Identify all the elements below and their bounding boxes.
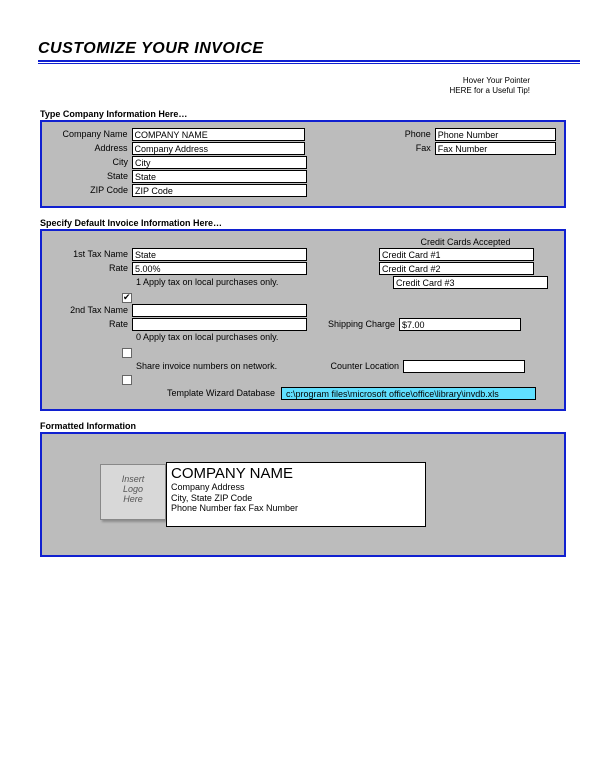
tax1-name-field[interactable]: State (132, 248, 307, 261)
company-info-panel: Company Name COMPANY NAME Phone Phone Nu… (40, 120, 566, 208)
label-shipping: Shipping Charge (319, 319, 399, 329)
company-name-field[interactable]: COMPANY NAME (132, 128, 306, 141)
card-addr: Company Address (171, 482, 421, 493)
label-company-name: Company Name (50, 129, 132, 139)
label-counter: Counter Location (311, 361, 403, 371)
invoice-defaults-panel: Credit Cards Accepted 1st Tax Name State… (40, 229, 566, 411)
page-title: CUSTOMIZE YOUR INVOICE (38, 40, 590, 58)
fax-field[interactable]: Fax Number (435, 142, 556, 155)
cc3-field[interactable]: Credit Card #3 (393, 276, 548, 289)
hover-tip: Hover Your Pointer HERE for a Useful Tip… (10, 76, 530, 97)
tax2-checkbox[interactable] (122, 293, 132, 303)
label-phone: Phone (385, 129, 435, 139)
label-tax1-name: 1st Tax Name (50, 249, 132, 259)
label-tax1-rate: Rate (50, 263, 132, 273)
cc1-field[interactable]: Credit Card #1 (379, 248, 534, 261)
sec1-heading: Type Company Information Here… (40, 109, 590, 119)
label-city: City (50, 157, 132, 167)
company-card: COMPANY NAME Company Address City, State… (166, 462, 426, 527)
tax2-rate-field[interactable] (132, 318, 307, 331)
sec2-heading: Specify Default Invoice Information Here… (40, 218, 590, 228)
state-field[interactable]: State (132, 170, 307, 183)
counter-field[interactable] (403, 360, 525, 373)
tax1-rate-field[interactable]: 5.00% (132, 262, 307, 275)
label-share: Share invoice numbers on network. (136, 361, 311, 371)
cc2-field[interactable]: Credit Card #2 (379, 262, 534, 275)
share-checkbox[interactable] (122, 348, 132, 358)
logo-placeholder[interactable]: InsertLogoHere (100, 464, 166, 520)
sec3-heading: Formatted Information (40, 421, 590, 431)
hint-l2: HERE for a Useful Tip! (450, 86, 530, 95)
formatted-panel: InsertLogoHere COMPANY NAME Company Addr… (40, 432, 566, 557)
tax1-note: 1 Apply tax on local purchases only. (136, 277, 278, 287)
db-checkbox[interactable] (122, 375, 132, 385)
label-db: Template Wizard Database (136, 388, 281, 398)
label-zip: ZIP Code (50, 185, 132, 195)
label-address: Address (50, 143, 132, 153)
label-state: State (50, 171, 132, 181)
label-tax2-name: 2nd Tax Name (50, 305, 132, 315)
zip-field[interactable]: ZIP Code (132, 184, 307, 197)
title-rule (38, 60, 580, 64)
cc-heading: Credit Cards Accepted (388, 237, 543, 247)
label-fax: Fax (385, 143, 435, 153)
db-path-field[interactable]: c:\program files\microsoft office\office… (281, 387, 536, 400)
phone-field[interactable]: Phone Number (435, 128, 556, 141)
card-cityline: City, State ZIP Code (171, 493, 421, 504)
label-tax2-rate: Rate (50, 319, 132, 329)
card-name: COMPANY NAME (171, 465, 421, 482)
shipping-field[interactable]: $7.00 (399, 318, 521, 331)
card-phoneline: Phone Number fax Fax Number (171, 503, 421, 514)
address-field[interactable]: Company Address (132, 142, 306, 155)
tax2-name-field[interactable] (132, 304, 307, 317)
hint-l1: Hover Your Pointer (463, 76, 530, 85)
tax2-note: 0 Apply tax on local purchases only. (136, 332, 278, 342)
logo-text: InsertLogoHere (122, 474, 145, 504)
city-field[interactable]: City (132, 156, 307, 169)
